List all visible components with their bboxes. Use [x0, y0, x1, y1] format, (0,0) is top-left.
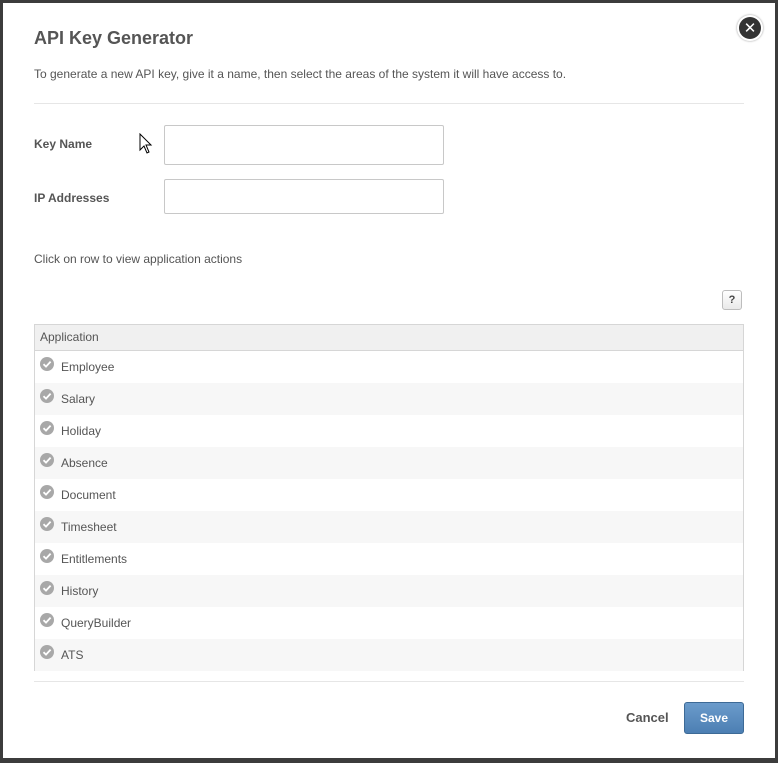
row-label: Employee [61, 360, 115, 374]
row-label: Absence [61, 456, 108, 470]
table-hint: Click on row to view application actions [34, 252, 243, 266]
ip-addresses-input[interactable] [164, 179, 444, 214]
key-name-label: Key Name [34, 137, 93, 151]
row-label: Salary [61, 392, 96, 406]
table-row[interactable]: Holiday [35, 415, 743, 447]
row-label: History [61, 584, 99, 598]
table-row[interactable]: Entitlements [35, 543, 743, 575]
table-row[interactable]: Timesheet [35, 511, 743, 543]
row-label: Timesheet [61, 520, 117, 534]
save-button[interactable]: Save [684, 702, 744, 734]
help-button[interactable]: ? [722, 290, 742, 310]
table-row[interactable]: Document [35, 479, 743, 511]
check-circle-icon [40, 581, 54, 595]
table-header-application: Application [35, 325, 743, 351]
table-row[interactable]: Employee [35, 351, 743, 383]
table-row[interactable]: Absence [35, 447, 743, 479]
row-label: QueryBuilder [61, 616, 132, 630]
check-circle-icon [40, 357, 54, 371]
close-button[interactable]: ✕ [737, 15, 763, 41]
dialog-description: To generate a new API key, give it a nam… [34, 67, 567, 81]
check-circle-icon [40, 517, 54, 531]
dialog-title: API Key Generator [34, 28, 194, 48]
check-circle-icon [40, 645, 54, 659]
key-name-input[interactable] [164, 125, 444, 165]
row-label: Holiday [61, 424, 102, 438]
cancel-button[interactable]: Cancel [626, 710, 669, 725]
table-row[interactable]: Salary [35, 383, 743, 415]
header-divider [34, 103, 744, 104]
row-label: Entitlements [61, 552, 128, 566]
row-label: ATS [61, 648, 84, 662]
application-table: Application Employee Salary Holiday Absence… [34, 324, 744, 671]
table-body: Employee Salary Holiday Absence Document Time… [35, 351, 743, 671]
table-row[interactable]: ATS [35, 639, 743, 671]
ip-addresses-label: IP Addresses [34, 191, 110, 205]
footer-divider [34, 681, 744, 682]
row-label: Document [61, 488, 116, 502]
table-row[interactable]: History [35, 575, 743, 607]
close-icon: ✕ [739, 17, 761, 39]
check-circle-icon [40, 485, 54, 499]
check-circle-icon [40, 421, 54, 435]
check-circle-icon [40, 549, 54, 563]
check-circle-icon [40, 453, 54, 467]
check-circle-icon [40, 613, 54, 627]
mouse-pointer-icon [139, 133, 153, 154]
table-row[interactable]: QueryBuilder [35, 607, 743, 639]
check-circle-icon [40, 389, 54, 403]
api-key-generator-dialog: ✕ API Key Generator To generate a new AP… [3, 3, 775, 758]
